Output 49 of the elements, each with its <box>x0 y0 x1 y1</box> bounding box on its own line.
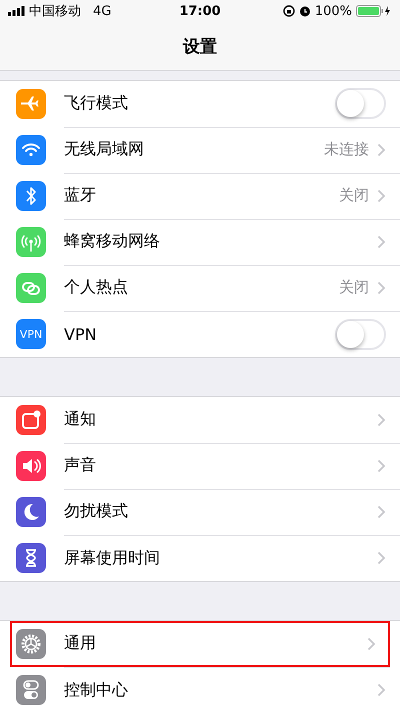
network-type: 4G <box>93 4 112 18</box>
chevron-icon <box>377 551 386 565</box>
settings-row[interactable]: 蓝牙 关闭 <box>0 173 400 219</box>
settings-row[interactable]: 勿扰模式 <box>0 489 400 535</box>
battery-charging-icon <box>356 5 392 17</box>
chevron-icon <box>377 458 386 472</box>
settings-row[interactable]: 控制中心 <box>0 667 400 711</box>
setting-label: VPN <box>64 324 98 344</box>
chevron-icon <box>377 142 386 156</box>
setting-label: 通用 <box>64 633 97 654</box>
chevron-icon <box>377 504 386 518</box>
setting-label: 控制中心 <box>64 680 129 700</box>
page-title: 设置 <box>183 36 217 58</box>
alarm-clock-icon <box>298 5 311 17</box>
chevron-icon <box>377 683 386 697</box>
setting-label: 声音 <box>64 455 97 476</box>
rotation-lock-icon <box>282 5 295 17</box>
chevron-icon <box>367 636 376 650</box>
toggle-switch[interactable] <box>335 88 386 119</box>
settings-row[interactable]: 个人热点 关闭 <box>0 265 400 311</box>
carrier-name: 中国移动 <box>29 3 81 20</box>
vpn-icon: VPN <box>16 319 46 349</box>
chevron-icon <box>377 280 386 294</box>
chevron-icon <box>377 188 386 202</box>
battery-percent: 100% <box>314 4 352 18</box>
setting-label: 飞行模式 <box>64 93 129 114</box>
setting-value: 关闭 <box>339 186 369 205</box>
chevron-icon <box>377 234 386 248</box>
settings-row[interactable]: 声音 <box>0 443 400 489</box>
setting-value: 未连接 <box>324 140 369 159</box>
setting-label: 勿扰模式 <box>64 501 129 522</box>
toggle-switch[interactable] <box>335 318 386 350</box>
signal-icon <box>8 6 25 16</box>
settings-row[interactable]: 屏幕使用时间 <box>0 535 400 581</box>
setting-label: 蜂窝移动网络 <box>64 231 161 252</box>
chevron-icon <box>377 412 386 426</box>
highlight-frame[interactable]: 通用 <box>10 621 390 667</box>
settings-row[interactable]: 蜂窝移动网络 <box>0 219 400 265</box>
settings-row[interactable]: VPN VPN <box>0 311 400 357</box>
clock-time: 17:00 <box>179 4 221 18</box>
setting-label: 个人热点 <box>64 277 129 298</box>
settings-row[interactable]: 飞行模式 <box>0 81 400 127</box>
setting-label: 蓝牙 <box>64 185 97 206</box>
setting-label: 屏幕使用时间 <box>64 548 161 568</box>
setting-label: 通知 <box>64 409 97 430</box>
settings-row[interactable]: 无线局域网 未连接 <box>0 127 400 173</box>
setting-value: 关闭 <box>339 278 369 297</box>
settings-row[interactable]: 通知 <box>0 397 400 443</box>
setting-label: 无线局域网 <box>64 139 145 160</box>
